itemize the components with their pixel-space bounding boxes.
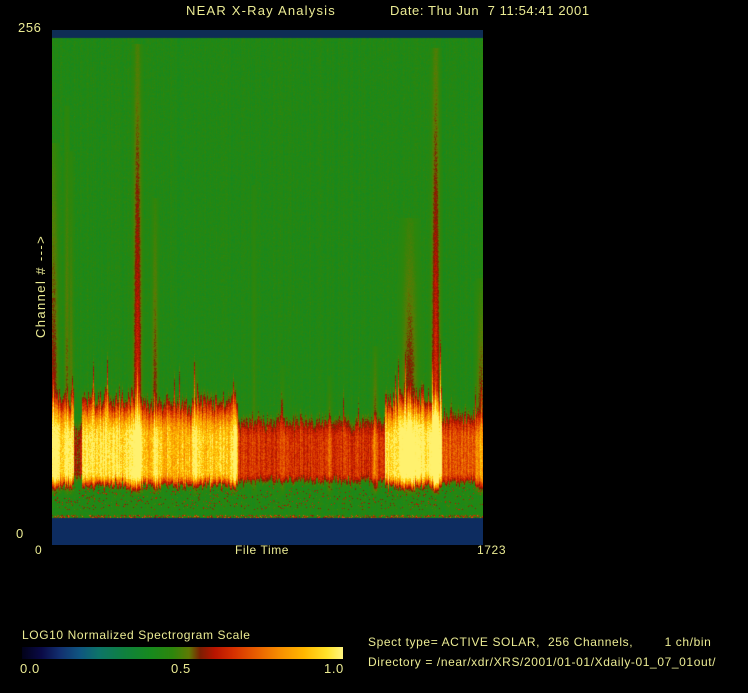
y-axis-min-label: 0 <box>16 526 24 541</box>
x-axis-min-label: 0 <box>35 543 43 557</box>
colorbar-label: LOG10 Normalized Spectrogram Scale <box>22 628 251 642</box>
x-axis-max-label: 1723 <box>477 543 507 557</box>
spectrogram-canvas <box>52 30 483 545</box>
colorbar-tick-max: 1.0 <box>324 661 344 676</box>
y-axis-label: Channel # ---> <box>33 234 48 338</box>
near-xray-analysis-window: NEAR X-Ray Analysis Date: Thu Jun 7 11:5… <box>0 0 748 693</box>
directory-line: Directory = /near/xdr/XRS/2001/01-01/Xda… <box>368 655 717 669</box>
y-axis-max-label: 256 <box>18 20 42 35</box>
spect-type-line: Spect type= ACTIVE SOLAR, 256 Channels, … <box>368 635 712 649</box>
colorbar-tick-min: 0.0 <box>20 661 40 676</box>
page-title: NEAR X-Ray Analysis <box>186 3 336 18</box>
x-axis-label: File Time <box>235 543 290 557</box>
date-label: Date: Thu Jun 7 11:54:41 2001 <box>390 3 590 18</box>
colorbar-tick-mid: 0.5 <box>171 661 191 676</box>
colorbar-gradient <box>22 647 343 659</box>
